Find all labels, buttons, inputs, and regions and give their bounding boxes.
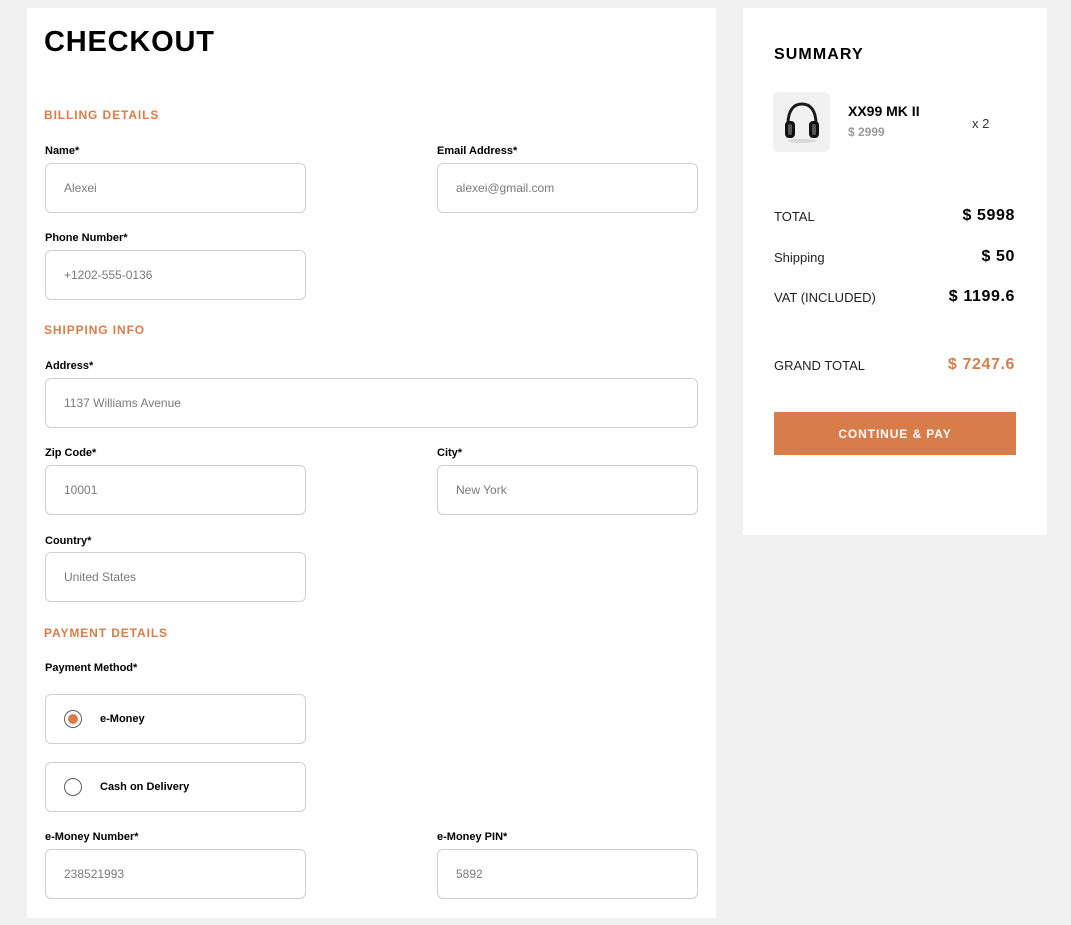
shipping-label: Shipping <box>774 250 825 265</box>
headphones-icon <box>785 102 819 143</box>
emoney-pin-value: 5892 <box>456 867 483 881</box>
grand-total-value: $ 7247.6 <box>947 356 1015 373</box>
name-label: Name* <box>45 145 80 157</box>
emoney-pin-label: e-Money PIN* <box>437 831 508 843</box>
city-field[interactable]: New York <box>437 465 698 515</box>
payment-details-heading: PAYMENT DETAILS <box>44 626 168 640</box>
emoney-number-label: e-Money Number* <box>45 831 139 843</box>
vat-label: VAT (INCLUDED) <box>774 290 876 305</box>
zip-value: 10001 <box>64 483 98 497</box>
payment-option-cash[interactable]: Cash on Delivery <box>45 762 306 812</box>
order-summary: SUMMARY XX99 MK II $ 2999 x 2 TOTAL $ 59… <box>743 8 1047 535</box>
continue-and-pay-button[interactable]: CONTINUE & PAY <box>774 412 1016 455</box>
grand-total-label: GRAND TOTAL <box>774 358 866 373</box>
country-field[interactable]: United States <box>45 552 306 602</box>
city-label: City* <box>437 447 463 459</box>
total-value: $ 5998 <box>962 207 1015 224</box>
address-label: Address* <box>45 360 94 372</box>
zip-label: Zip Code* <box>45 447 97 459</box>
page-title: CHECKOUT <box>44 26 215 58</box>
name-field[interactable]: Alexei <box>45 163 306 213</box>
name-value: Alexei <box>64 181 97 195</box>
email-label: Email Address* <box>437 145 518 157</box>
email-field[interactable]: alexei@gmail.com <box>437 163 698 213</box>
email-value: alexei@gmail.com <box>456 181 555 195</box>
shipping-info-heading: SHIPPING INFO <box>44 323 146 337</box>
checkout-form: CHECKOUT BILLING DETAILS Name* Alexei Em… <box>27 8 716 918</box>
payment-option-label: e-Money <box>100 713 145 725</box>
country-label: Country* <box>45 535 92 547</box>
total-label: TOTAL <box>774 209 815 224</box>
emoney-number-value: 238521993 <box>64 867 125 881</box>
shipping-value: $ 50 <box>981 248 1015 265</box>
country-value: United States <box>64 570 137 584</box>
emoney-number-field[interactable]: 238521993 <box>45 849 306 899</box>
emoney-pin-field[interactable]: 5892 <box>437 849 698 899</box>
address-value: 1137 Williams Avenue <box>64 396 181 410</box>
zip-field[interactable]: 10001 <box>45 465 306 515</box>
item-name: XX99 MK II <box>848 103 920 119</box>
city-value: New York <box>456 483 507 497</box>
phone-field[interactable]: +1202-555-0136 <box>45 250 306 300</box>
radio-unchecked-icon[interactable] <box>64 778 82 796</box>
product-thumbnail <box>773 92 830 152</box>
payment-method-label: Payment Method* <box>45 662 138 674</box>
item-price: $ 2999 <box>848 125 885 139</box>
billing-details-heading: BILLING DETAILS <box>44 108 160 122</box>
vat-value: $ 1199.6 <box>948 288 1015 305</box>
payment-option-emoney[interactable]: e-Money <box>45 694 306 744</box>
payment-option-label: Cash on Delivery <box>100 781 190 793</box>
summary-title: SUMMARY <box>774 46 864 63</box>
address-field[interactable]: 1137 Williams Avenue <box>45 378 698 428</box>
item-quantity: x 2 <box>972 116 990 131</box>
radio-checked-icon[interactable] <box>64 710 82 728</box>
phone-value: +1202-555-0136 <box>64 268 153 282</box>
phone-label: Phone Number* <box>45 232 128 244</box>
